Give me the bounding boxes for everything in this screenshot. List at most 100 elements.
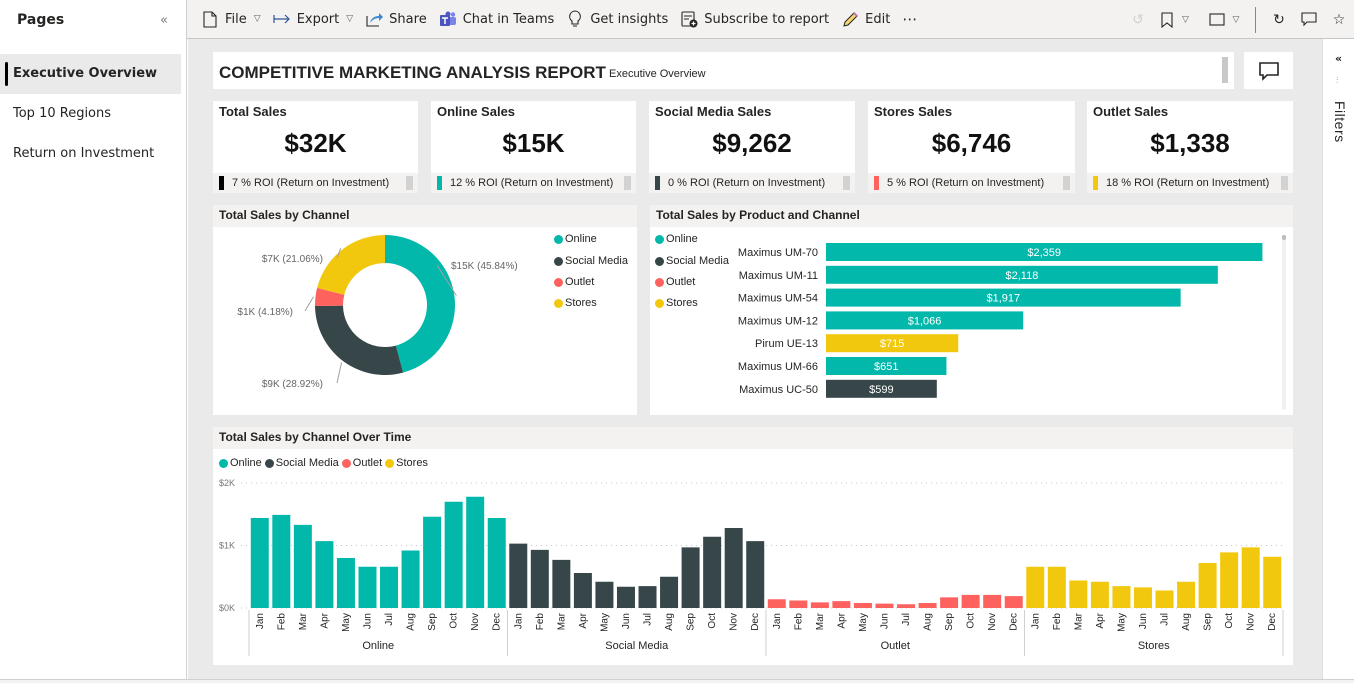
get-insights-label: Get insights: [590, 11, 669, 27]
filters-label: Filters: [1332, 101, 1348, 143]
column-online-jan[interactable]: [250, 518, 269, 608]
bottom-border: [0, 679, 1354, 683]
column-stores-oct[interactable]: [1220, 552, 1239, 608]
kpi-footer: 0 % ROI (Return on Investment): [649, 173, 855, 193]
x-tick-label: Apr: [1095, 612, 1106, 628]
column-social-media-apr[interactable]: [573, 573, 592, 608]
column-stores-aug[interactable]: [1177, 581, 1196, 608]
column-stores-jun[interactable]: [1133, 587, 1152, 608]
favorite-star-icon[interactable]: ☆: [1324, 5, 1354, 35]
column-outlet-dec[interactable]: [1004, 596, 1023, 608]
kpi-card-online-sales[interactable]: Online Sales $15K 12 % ROI (Return on In…: [431, 101, 636, 193]
sales-over-time-visual[interactable]: Total Sales by Channel Over Time Online …: [213, 427, 1293, 665]
export-menu-button[interactable]: Export ▽: [267, 4, 359, 34]
comment-icon[interactable]: [1294, 5, 1324, 35]
column-social-media-jul[interactable]: [638, 586, 657, 608]
power-bi-report-view: Pages « Executive Overview Top 10 Region…: [0, 0, 1354, 683]
kpi-card-outlet-sales[interactable]: Outlet Sales $1,338 18 % ROI (Return on …: [1087, 101, 1293, 193]
share-button[interactable]: Share: [359, 4, 433, 34]
get-insights-button[interactable]: Get insights: [560, 4, 674, 34]
filters-pane[interactable]: « ⫶ Filters: [1322, 39, 1354, 679]
column-outlet-jan[interactable]: [767, 599, 786, 608]
visual-scrollbar-thumb[interactable]: [1282, 235, 1286, 240]
edit-button[interactable]: Edit: [835, 4, 896, 34]
column-online-apr[interactable]: [315, 541, 334, 608]
column-online-jun[interactable]: [358, 566, 377, 608]
column-outlet-mar[interactable]: [810, 602, 829, 608]
column-stores-jan[interactable]: [1026, 566, 1045, 608]
column-social-media-dec[interactable]: [746, 541, 765, 608]
more-options-button[interactable]: ⋯: [896, 4, 924, 34]
reset-icon[interactable]: ↺: [1123, 5, 1153, 35]
column-stores-sep[interactable]: [1198, 563, 1217, 608]
bookmark-button[interactable]: ▽: [1153, 5, 1197, 35]
column-outlet-aug[interactable]: [918, 603, 937, 608]
collapse-pages-icon[interactable]: «: [160, 13, 168, 28]
view-button[interactable]: ▽: [1201, 5, 1247, 35]
column-online-mar[interactable]: [293, 524, 312, 608]
x-tick-label: Jul: [1160, 613, 1171, 626]
legend-dot: [554, 298, 563, 308]
comments-button[interactable]: [1244, 52, 1293, 89]
visual-scrollbar[interactable]: [1282, 235, 1286, 410]
column-online-jul[interactable]: [380, 566, 399, 608]
filter-icon: ⫶: [1336, 76, 1339, 86]
column-outlet-may[interactable]: [853, 603, 872, 608]
column-outlet-apr[interactable]: [832, 601, 851, 608]
kpi-title: Total Sales: [219, 104, 287, 119]
column-online-may[interactable]: [336, 558, 355, 608]
page-tab-return-on-investment[interactable]: Return on Investment: [0, 134, 181, 174]
column-social-media-may[interactable]: [595, 581, 614, 608]
column-outlet-feb[interactable]: [789, 600, 808, 609]
column-outlet-nov[interactable]: [983, 594, 1002, 608]
kpi-card-social-media-sales[interactable]: Social Media Sales $9,262 0 % ROI (Retur…: [649, 101, 855, 193]
column-online-aug[interactable]: [401, 550, 420, 609]
report-subtitle: Executive Overview: [609, 68, 706, 80]
column-social-media-sep[interactable]: [681, 547, 700, 608]
column-outlet-sep[interactable]: [940, 597, 959, 608]
kpi-card-stores-sales[interactable]: Stores Sales $6,746 5 % ROI (Return on I…: [868, 101, 1075, 193]
column-online-nov[interactable]: [466, 496, 485, 608]
column-social-media-jun[interactable]: [616, 586, 635, 608]
refresh-icon[interactable]: ↻: [1264, 5, 1294, 35]
donut-chart-visual[interactable]: Total Sales by Channel $15K (45.84%) $9K …: [213, 205, 637, 415]
legend-item-online[interactable]: Online: [554, 233, 597, 245]
column-online-oct[interactable]: [444, 501, 463, 608]
legend-item-outlet[interactable]: Outlet: [554, 276, 594, 288]
product-bar-chart-visual[interactable]: Total Sales by Product and Channel Onlin…: [650, 205, 1293, 415]
column-stores-dec[interactable]: [1263, 556, 1282, 608]
column-outlet-jun[interactable]: [875, 603, 894, 608]
donut-slice-stores[interactable]: [317, 235, 385, 295]
column-social-media-aug[interactable]: [660, 576, 679, 608]
legend-item-stores[interactable]: Stores: [554, 297, 597, 309]
chat-in-teams-button[interactable]: Chat in Teams: [433, 4, 561, 34]
page-tab-top-10-regions[interactable]: Top 10 Regions: [0, 94, 181, 134]
column-stores-jul[interactable]: [1155, 590, 1174, 609]
column-stores-nov[interactable]: [1241, 547, 1260, 608]
subscribe-button[interactable]: Subscribe to report: [674, 4, 835, 34]
column-outlet-oct[interactable]: [961, 594, 980, 608]
title-scrollbar[interactable]: [1222, 57, 1228, 83]
column-online-sep[interactable]: [423, 516, 442, 608]
donut-slice-social-media[interactable]: [315, 305, 404, 375]
column-social-media-feb[interactable]: [530, 549, 549, 608]
x-tick-label: Dec: [750, 613, 761, 631]
kpi-card-total-sales[interactable]: Total Sales $32K 7 % ROI (Return on Inve…: [213, 101, 418, 193]
column-outlet-jul[interactable]: [897, 604, 916, 608]
file-menu-button[interactable]: File ▽: [195, 4, 267, 34]
column-social-media-oct[interactable]: [703, 536, 722, 608]
legend-item-social-media[interactable]: Social Media: [554, 255, 628, 267]
column-stores-feb[interactable]: [1047, 566, 1066, 608]
column-online-dec[interactable]: [487, 518, 506, 608]
column-online-feb[interactable]: [272, 514, 291, 608]
column-social-media-nov[interactable]: [724, 528, 743, 608]
kpi-scroll-indicator: [843, 176, 850, 190]
page-tab-executive-overview[interactable]: Executive Overview: [0, 54, 181, 94]
column-social-media-jan[interactable]: [509, 543, 528, 608]
x-tick-label: Sep: [944, 613, 955, 631]
column-stores-may[interactable]: [1112, 586, 1131, 608]
column-stores-mar[interactable]: [1069, 580, 1088, 609]
column-social-media-mar[interactable]: [552, 559, 571, 608]
column-stores-apr[interactable]: [1090, 581, 1109, 608]
expand-filters-icon[interactable]: «: [1335, 52, 1342, 65]
